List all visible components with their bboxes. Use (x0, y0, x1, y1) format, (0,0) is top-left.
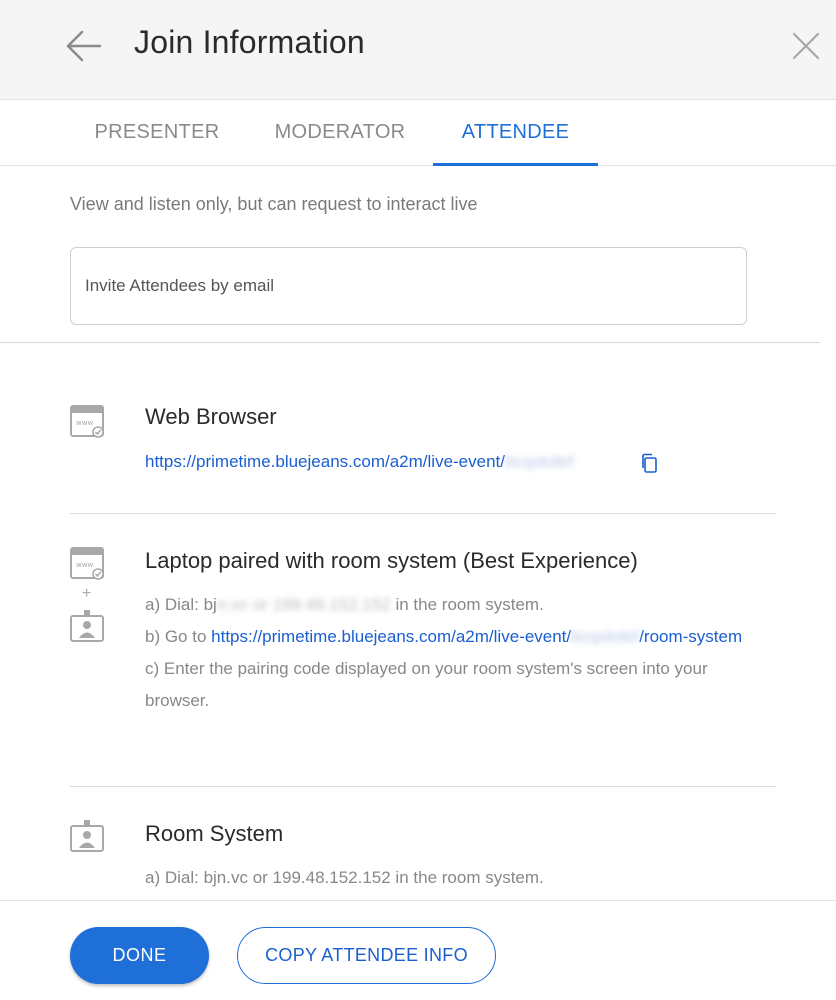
tab-moderator[interactable]: MODERATOR (256, 100, 424, 166)
svg-text:www: www (76, 561, 93, 569)
dialog-title: Join Information (134, 24, 365, 60)
tab-presenter[interactable]: PRESENTER (78, 100, 236, 166)
laptop-paired-steps: a) Dial: bjn.vc or 199.48.152.152 in the… (145, 589, 775, 717)
tab-attendee[interactable]: ATTENDEE (433, 100, 598, 166)
copy-icon[interactable] (640, 453, 658, 473)
room-system-link[interactable]: https://primetime.bluejeans.com/a2m/live… (211, 627, 742, 646)
arrow-left-icon (66, 30, 102, 62)
role-tabs: PRESENTER MODERATOR ATTENDEE (0, 100, 836, 166)
room-system-icon (70, 820, 104, 852)
web-browser-link-hidden: bcqxkdef (505, 452, 574, 471)
room-system-step-a: a) Dial: bjn.vc or 199.48.152.152 in the… (145, 868, 544, 887)
room-system-icon (70, 610, 104, 642)
laptop-step-b: b) Go to https://primetime.bluejeans.com… (145, 627, 743, 646)
back-button[interactable] (64, 26, 104, 66)
section-separator (70, 786, 776, 787)
web-browser-title: Web Browser (145, 404, 277, 429)
web-browser-link[interactable]: https://primetime.bluejeans.com/a2m/live… (145, 452, 573, 472)
done-button[interactable]: DONE (70, 927, 209, 984)
svg-text:www: www (76, 419, 93, 427)
web-browser-link-text[interactable]: https://primetime.bluejeans.com/a2m/live… (145, 452, 505, 471)
role-description: View and listen only, but can request to… (70, 194, 478, 214)
dialog-footer: DONE COPY ATTENDEE INFO (0, 900, 836, 1000)
section-separator (70, 513, 776, 514)
laptop-step-c: c) Enter the pairing code displayed on y… (145, 659, 708, 710)
plus-sign: + (82, 585, 92, 602)
close-button[interactable] (788, 28, 824, 64)
invite-email-input[interactable] (70, 247, 747, 325)
laptop-paired-title: Laptop paired with room system (Best Exp… (145, 548, 638, 573)
laptop-step-a: a) Dial: bjn.vc or 199.48.152.152 in the… (145, 595, 544, 614)
browser-window-icon: www (70, 405, 104, 438)
copy-attendee-info-button[interactable]: COPY ATTENDEE INFO (237, 927, 496, 984)
browser-window-icon: www (70, 547, 104, 580)
dialog-header: Join Information (0, 0, 836, 100)
room-system-title: Room System (145, 821, 284, 846)
close-icon (792, 32, 820, 60)
section-divider (0, 342, 820, 343)
